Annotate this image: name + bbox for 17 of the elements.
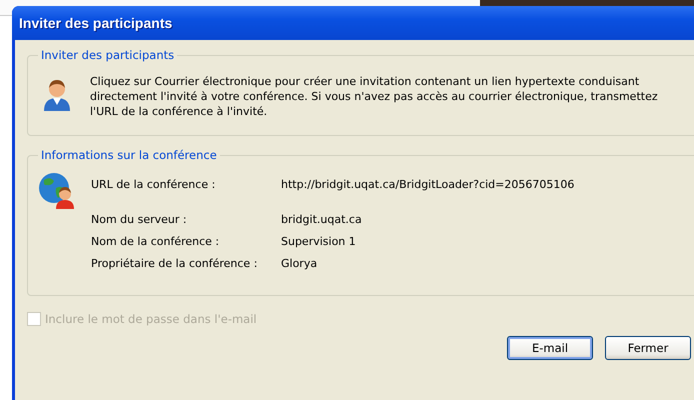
dialog-button[interactable]: E-mail [507, 336, 593, 360]
field-value: bridgit.uqat.ca [281, 213, 363, 226]
person-icon [42, 78, 72, 112]
group-title: Inviter des participants [40, 48, 176, 62]
window-title: Inviter des participants [19, 15, 172, 31]
globe-person-icon [38, 172, 76, 210]
invite-description: Cliquez sur Courrier électronique pour créer une invitation contenant un lien hypertexte conduisant directement l'invité à votre conférence. Si vous n'avez pas accès au courrier électronique, transmettez l'URL de la conférence à l'invité. [90, 74, 659, 119]
group-title: Informations sur la conférence [40, 148, 218, 162]
field-value: Glorya [281, 257, 318, 270]
field-value: http://bridgit.uqat.ca/BridgitLoader?cid=2056705106 [281, 178, 574, 191]
dialog-button[interactable]: Fermer [605, 336, 691, 360]
field-label: Propriétaire de la conférence : [91, 257, 258, 270]
field-label: Nom de la conférence : [91, 235, 220, 248]
field-label: Nom du serveur : [91, 213, 188, 226]
field-label: URL de la conférence : [91, 178, 216, 191]
checkbox-label: Inclure le mot de passe dans l'e-mail [45, 312, 257, 326]
field-value: Supervision 1 [281, 235, 357, 248]
